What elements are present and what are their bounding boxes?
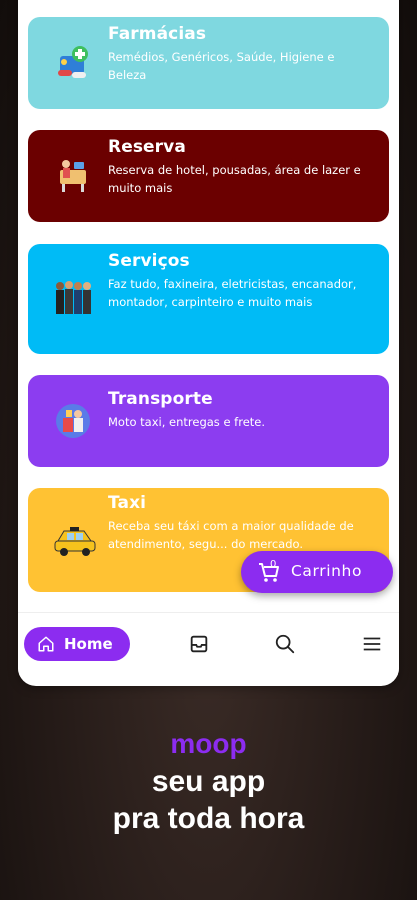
category-title: Farmácias [108, 24, 207, 44]
cart-label: Carrinho [291, 562, 363, 580]
menu-icon[interactable] [361, 633, 383, 655]
pharmacy-icon [52, 42, 94, 84]
app-screen: Farmácias Remédios, Genéricos, Saúde, Hi… [18, 0, 399, 686]
category-title: Reserva [108, 137, 186, 157]
brand-name: moop [170, 728, 247, 759]
nav-home-button[interactable]: Home [24, 627, 130, 661]
cart-icon [259, 563, 279, 582]
category-description: Remédios, Genéricos, Saúde, Higiene e Be… [108, 50, 335, 82]
category-card-transporte[interactable]: Transporte Moto taxi, entregas e frete. [28, 375, 389, 467]
category-card-servicos[interactable]: Serviços Faz tudo, faxineira, eletricist… [28, 244, 389, 354]
category-description: Reserva de hotel, pousadas, área de laze… [108, 163, 361, 195]
cart-count-badge: 0 [270, 559, 277, 570]
category-card-reserva[interactable]: Reserva Reserva de hotel, pousadas, área… [28, 130, 389, 222]
category-description: Moto taxi, entregas e frete. [108, 415, 266, 429]
delivery-icon [52, 400, 94, 442]
nav-home-label: Home [64, 635, 113, 653]
tagline-line-2: pra toda hora [112, 802, 305, 835]
category-title: Transporte [108, 389, 213, 409]
reservation-icon [52, 154, 94, 196]
workers-icon [52, 278, 94, 320]
bottom-navigation: Home [18, 612, 399, 677]
category-description: Faz tudo, faxineira, eletricistas, encan… [108, 277, 357, 309]
tagline-line-1: seu app [151, 765, 266, 798]
category-description: Receba seu táxi com a maior qualidade de… [108, 519, 354, 551]
cart-button[interactable]: 0 Carrinho [241, 551, 393, 593]
taxi-icon [52, 519, 98, 561]
home-icon [38, 636, 54, 652]
search-icon[interactable] [274, 633, 296, 655]
category-title: Serviços [108, 251, 190, 271]
inbox-icon[interactable] [188, 633, 210, 655]
category-title: Taxi [108, 493, 147, 513]
category-card-farmacias[interactable]: Farmácias Remédios, Genéricos, Saúde, Hi… [28, 17, 389, 109]
